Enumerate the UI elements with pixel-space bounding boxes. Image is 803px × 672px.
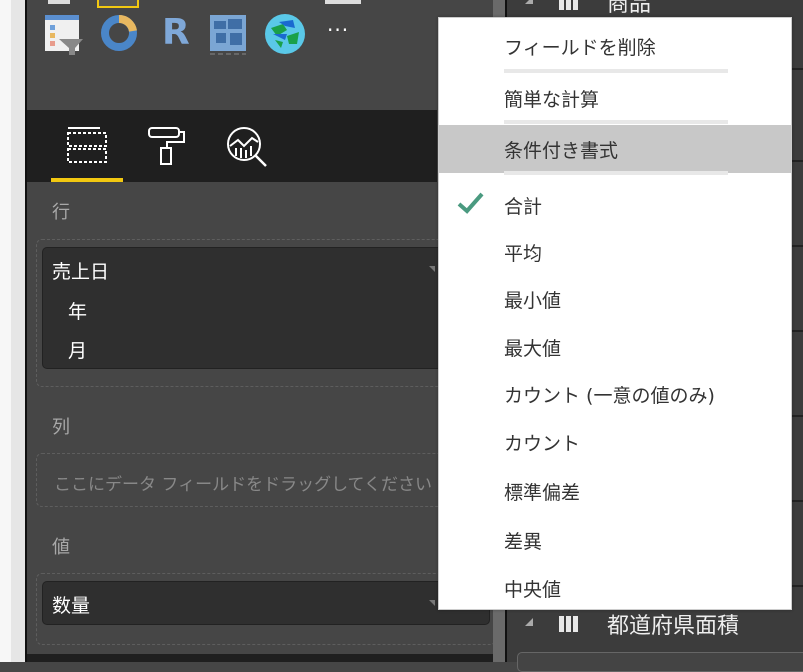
divider [792,500,803,502]
expand-triangle-icon[interactable] [525,0,533,4]
divider [792,585,803,587]
field-name: 数量 [52,595,91,617]
fields-icon[interactable] [66,126,108,168]
table-name: 商品 [607,0,652,17]
table-icon [559,0,579,10]
table-visual-icon[interactable] [48,0,70,4]
menu-item-quick-calc[interactable]: 簡単な計算 [504,85,599,112]
menu-item-remove-field[interactable]: フィールドを削除 [504,33,656,60]
donut-chart-icon[interactable] [100,15,140,55]
menu-item-sum[interactable]: 合計 [504,192,542,219]
columns-label: 列 [52,417,70,438]
menu-item-count[interactable]: カウント [504,429,580,456]
divider [792,68,803,70]
table-item[interactable]: 都道府県面積 [507,606,803,640]
visual-icon[interactable] [325,0,361,4]
more-visuals-button[interactable]: ··· [327,18,349,42]
divider [792,415,803,417]
menu-item-variance[interactable]: 差異 [504,527,542,554]
menu-item-count-distinct[interactable]: カウント (一意の値のみ) [504,381,715,408]
values-well[interactable]: 数量 [36,573,496,645]
chevron-down-icon[interactable] [429,266,435,272]
pane-footer [27,654,507,662]
field-item[interactable] [517,652,803,672]
menu-item-average[interactable]: 平均 [504,239,542,266]
values-label: 値 [52,537,70,558]
chevron-down-icon[interactable] [429,600,435,606]
rows-label: 行 [52,202,70,223]
slicer-icon[interactable] [45,15,85,55]
rows-well[interactable]: 売上日 年 月 [36,239,496,387]
menu-item-minimum[interactable]: 最小値 [504,286,561,313]
menu-item-std-dev[interactable]: 標準偏差 [504,478,580,505]
window-edge [11,0,25,662]
hierarchy-level-year[interactable]: 年 [68,297,87,324]
menu-item-maximum[interactable]: 最大値 [504,334,561,361]
visualizations-gallery: R ··· [27,0,437,110]
rows-field-sales-date[interactable]: 売上日 年 月 [42,247,490,369]
r-script-icon[interactable]: R [162,12,190,53]
checkmark-icon [457,192,484,214]
menu-item-median[interactable]: 中央値 [504,575,561,602]
field-name: 売上日 [52,261,110,283]
divider [792,245,803,247]
menu-separator [504,69,728,73]
format-paint-roller-icon[interactable] [147,126,187,168]
expand-triangle-icon[interactable] [525,618,533,626]
globe-map-icon[interactable] [265,14,307,56]
menu-item-conditional-formatting[interactable]: 条件付き書式 [504,136,618,163]
values-field-quantity[interactable]: 数量 [42,581,490,625]
analytics-icon[interactable] [226,126,270,168]
matrix-visual-icon[interactable] [97,0,139,8]
context-menu: フィールドを削除 簡単な計算 条件付き書式 合計 平均 最小値 最大値 カウント… [438,17,792,610]
divider [792,330,803,332]
field-wells: 行 売上日 年 月 列 ここにデータ フィールドをドラッグしてください 値 数量 [27,182,496,654]
menu-separator [504,171,728,175]
pane-tabs [27,110,437,182]
table-name: 都道府県面積 [607,614,740,639]
filled-map-icon[interactable] [210,15,250,55]
divider [792,160,803,162]
columns-well[interactable]: ここにデータ フィールドをドラッグしてください [36,453,496,507]
menu-separator [504,120,728,124]
hierarchy-level-month[interactable]: 月 [68,336,87,363]
window-edge [0,0,11,662]
table-icon [559,616,579,632]
columns-placeholder: ここにデータ フィールドをドラッグしてください [54,475,433,495]
table-item[interactable]: 商品 [507,0,803,17]
